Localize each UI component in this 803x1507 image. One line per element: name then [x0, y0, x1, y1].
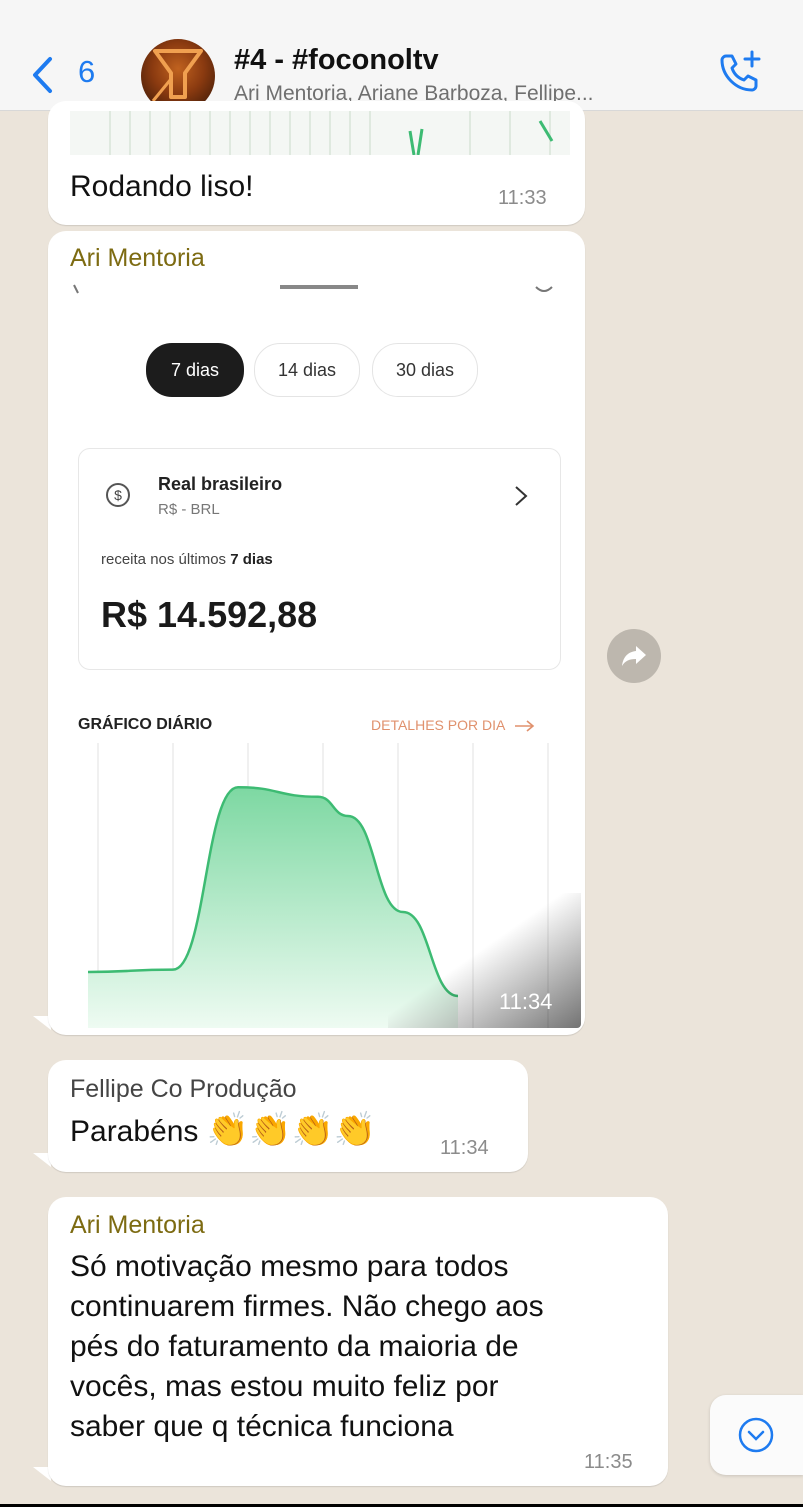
message-line: continuarem firmes. Não chego aos — [70, 1289, 544, 1323]
currency-name: Real brasileiro — [158, 474, 283, 494]
arrow-right-icon — [515, 720, 535, 732]
chat-title[interactable]: #4 - #foconoltv — [234, 44, 439, 77]
chevron-right-icon — [515, 486, 528, 506]
revenue-screenshot[interactable]: 7 dias 14 dias 30 dias $ Real brasileiro… — [58, 283, 581, 1028]
tab-7-days[interactable]: 7 dias — [146, 343, 244, 397]
message-line: pés do faturamento da maioria de — [70, 1329, 519, 1363]
message-text: Rodando liso! — [70, 170, 254, 203]
chat-header: 6 #4 - #foconoltv Ari Mentoria, Ariane B… — [0, 0, 803, 113]
tab-14-days[interactable]: 14 dias — [254, 343, 360, 397]
message-bubble[interactable]: Rodando liso! 11:33 — [48, 101, 585, 225]
message-bubble[interactable]: Ari Mentoria Só motivação mesmo para tod… — [48, 1197, 668, 1486]
sender-name: Fellipe Co Produção — [70, 1075, 297, 1103]
sender-name: Ari Mentoria — [70, 244, 205, 272]
scroll-down-button[interactable] — [710, 1395, 803, 1475]
clapping-hands-icon: 👏 — [333, 1111, 377, 1149]
sender-name: Ari Mentoria — [70, 1211, 205, 1239]
message-text: Parabéns 👏👏👏👏 — [70, 1111, 377, 1149]
chevron-down-circle-icon — [738, 1417, 774, 1453]
message-line: Só motivação mesmo para todos — [70, 1250, 509, 1283]
message-bubble[interactable]: Fellipe Co Produção Parabéns 👏👏👏👏 11:34 — [48, 1060, 528, 1172]
message-time: 11:33 — [498, 187, 547, 209]
message-time: 11:34 — [440, 1137, 489, 1159]
message-text: Só motivação mesmo para todos continuare… — [70, 1247, 544, 1446]
tab-30-days[interactable]: 30 dias — [372, 343, 478, 397]
forward-arrow-icon — [622, 646, 646, 666]
graph-title: GRÁFICO DIÁRIO — [78, 716, 213, 733]
revenue-value: R$ 14.592,88 — [101, 594, 318, 635]
add-call-icon[interactable] — [716, 48, 764, 96]
back-chevron-icon[interactable] — [30, 55, 54, 95]
cropped-header-strip — [73, 284, 553, 294]
revenue-label: receita nos últimos 7 dias — [101, 551, 273, 568]
currency-code: R$ - BRL — [158, 501, 220, 518]
message-time: 11:35 — [584, 1451, 633, 1473]
clapping-hands-icon: 👏 — [206, 1111, 250, 1149]
image-message-time: 11:34 — [499, 989, 553, 1014]
daily-revenue-chart — [88, 743, 581, 1028]
clapping-hands-icon: 👏 — [291, 1111, 334, 1149]
message-line: saber que q técnica funciona — [70, 1409, 454, 1443]
details-per-day-link[interactable]: DETALHES POR DIA — [371, 717, 536, 733]
cropped-chart-image — [70, 111, 570, 155]
revenue-card[interactable]: $ Real brasileiro R$ - BRL receita nos ú… — [78, 448, 561, 670]
unread-count[interactable]: 6 — [78, 54, 95, 90]
clapping-hands-icon: 👏 — [249, 1111, 292, 1149]
forward-button[interactable] — [607, 629, 661, 683]
message-line: vocês, mas estou muito feliz por — [70, 1369, 499, 1403]
currency-dollar-icon: $ — [106, 483, 130, 507]
